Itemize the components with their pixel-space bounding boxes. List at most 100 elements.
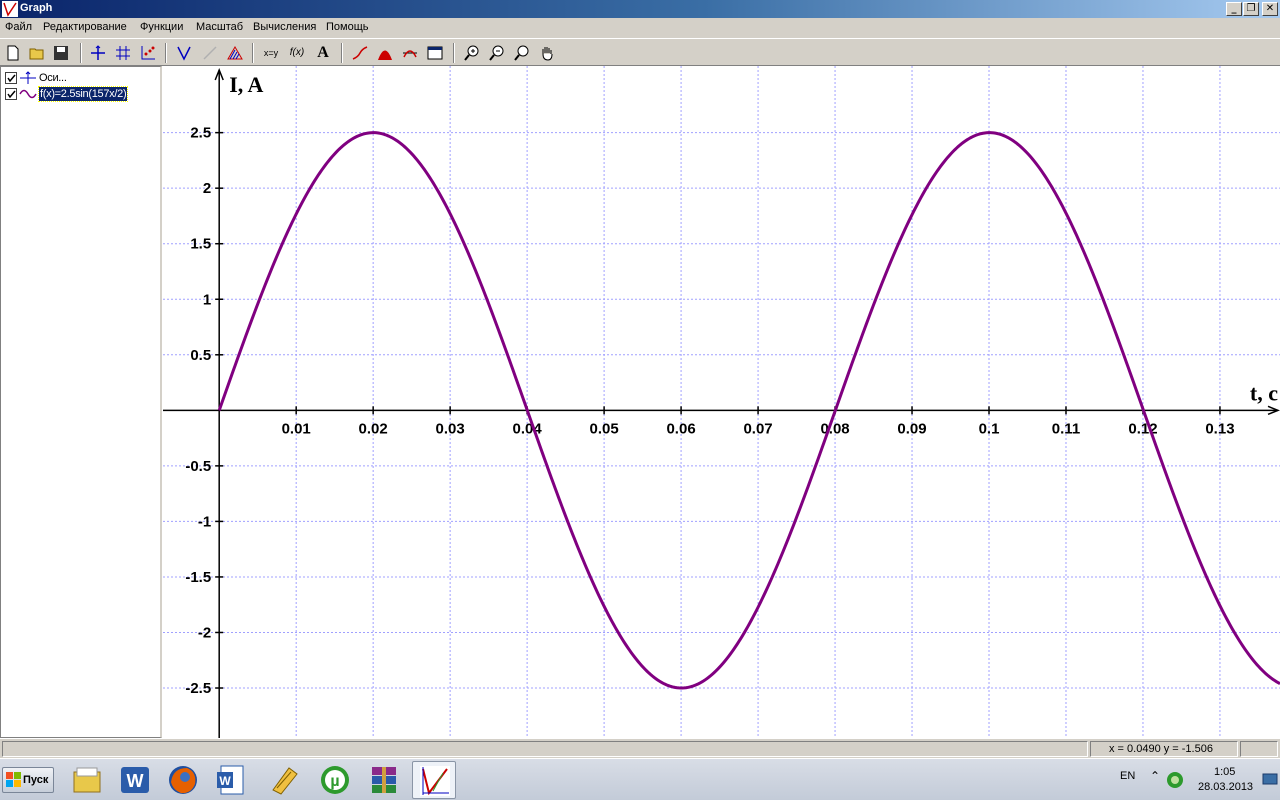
axes-button[interactable] — [87, 43, 109, 63]
zoom-fit-icon — [514, 45, 529, 61]
new-button[interactable] — [2, 43, 24, 63]
language-indicator[interactable]: EN — [1120, 770, 1135, 782]
area-button[interactable] — [374, 43, 396, 63]
insert-label-button[interactable]: A — [312, 43, 334, 63]
insert-function-button[interactable] — [112, 43, 134, 63]
firefox-icon — [169, 766, 197, 794]
axes-icon — [20, 71, 36, 84]
evaluate-button[interactable] — [399, 43, 421, 63]
evaluate-icon — [403, 50, 417, 58]
tree-label-function: f(x)=2.5sin(157x/2) — [37, 86, 129, 102]
x-tick-label: 0.13 — [1205, 420, 1234, 437]
close-button[interactable]: ✕ — [1262, 2, 1278, 16]
hand-icon — [542, 47, 553, 61]
toolbar-separator — [453, 43, 455, 63]
svg-text:W: W — [127, 771, 144, 791]
pan-button[interactable] — [536, 43, 558, 63]
tangent-button[interactable] — [199, 43, 221, 63]
toolbar-separator — [252, 43, 254, 63]
x-axis-label: t, c — [1250, 380, 1278, 405]
y-tick-label: -1 — [198, 513, 211, 530]
zoom-standard-button[interactable] — [511, 43, 533, 63]
taskbar-firefox[interactable] — [161, 761, 205, 799]
checkbox-function[interactable] — [5, 88, 17, 100]
clock-time: 1:05 — [1214, 766, 1236, 778]
open-folder-icon — [29, 48, 44, 60]
menu-edit[interactable]: Редактирование — [43, 21, 127, 33]
relation-icon: x=y — [263, 48, 279, 58]
function-button[interactable] — [173, 43, 195, 63]
menu-functions[interactable]: Функции — [140, 21, 183, 33]
title-bar: Graph _ ❐ ✕ — [0, 0, 1280, 18]
point-series-button[interactable] — [137, 43, 159, 63]
toolbar: x=y f(x) A — [0, 38, 1280, 66]
toolbar-separator — [80, 43, 82, 63]
menu-calculate[interactable]: Вычисления — [253, 21, 316, 33]
show-hidden-icons[interactable]: ⌃ — [1150, 769, 1160, 783]
sine-chart: 0.01 0.02 0.03 0.04 0.05 0.06 0.07 0.08 0.09 0.1 0… — [163, 66, 1280, 738]
x-tick-label: 0.05 — [590, 420, 619, 437]
y-tick-label: 2 — [203, 180, 211, 197]
taskbar-file-manager[interactable] — [65, 761, 109, 799]
trendline-button[interactable] — [349, 43, 371, 63]
y-tick-label: 1 — [203, 291, 211, 308]
shading-button[interactable] — [224, 43, 246, 63]
open-button[interactable] — [26, 43, 48, 63]
toolbar-separator — [165, 43, 167, 63]
cursor-coordinates: x = 0.0490 y = -1.506 — [1090, 741, 1238, 757]
start-label: Пуск — [23, 774, 49, 786]
pdf-icon — [272, 767, 298, 795]
y-tick-label: -1.5 — [185, 569, 211, 586]
point-series-icon — [141, 46, 155, 60]
minimize-button[interactable]: _ — [1226, 2, 1242, 16]
x-tick-label: 0.07 — [743, 420, 772, 437]
x-tick-label: 0.04 — [513, 420, 543, 437]
zoom-out-icon — [489, 45, 504, 61]
relation-button[interactable]: x=y — [260, 43, 282, 63]
x-tick-label: 0.03 — [436, 420, 465, 437]
zoom-in-button[interactable] — [461, 43, 483, 63]
zoom-out-button[interactable] — [486, 43, 508, 63]
graph-window: Graph _ ❐ ✕ Файл Редактирование Функции … — [0, 0, 1280, 800]
taskbar-winrar[interactable] — [362, 761, 406, 799]
graph-canvas[interactable]: 0.01 0.02 0.03 0.04 0.05 0.06 0.07 0.08 0.09 0.1 0… — [163, 66, 1280, 738]
svg-text:µ: µ — [330, 773, 339, 790]
y-tick-label: -0.5 — [185, 458, 211, 475]
save-button[interactable] — [50, 43, 72, 63]
file-manager-icon — [73, 767, 101, 793]
taskbar-utorrent[interactable]: µ — [313, 761, 357, 799]
save-icon — [54, 46, 68, 60]
new-file-icon — [7, 45, 19, 61]
shading-icon — [227, 46, 243, 60]
word-doc-icon: W — [217, 765, 244, 795]
function-list-panel: Оси... f(x)=2.5sin(157x/2) — [0, 66, 162, 738]
taskbar-pdf[interactable] — [263, 761, 307, 799]
checkbox-axes[interactable] — [5, 72, 17, 84]
x-tick-label: 0.1 — [979, 420, 1000, 437]
restore-button[interactable]: ❐ — [1243, 2, 1259, 16]
system-tray: EN ⌃ 1:05 28.03.2013 — [1120, 759, 1280, 801]
checkmark-icon — [7, 74, 16, 83]
custom-function-icon: f(x) — [289, 47, 305, 58]
graph-app-icon — [420, 766, 450, 796]
menu-help[interactable]: Помощь — [326, 21, 369, 33]
utorrent-icon: µ — [321, 766, 349, 794]
status-bar: x = 0.0490 y = -1.506 — [0, 738, 1280, 758]
table-icon — [427, 46, 443, 60]
start-button[interactable]: Пуск — [2, 767, 54, 793]
y-tick-label: 1.5 — [190, 236, 211, 253]
x-tick-label: 0.08 — [820, 420, 849, 437]
menu-file[interactable]: Файл — [5, 21, 32, 33]
taskbar-graph[interactable] — [412, 761, 456, 799]
show-desktop-icon[interactable] — [1262, 773, 1278, 787]
taskbar-word[interactable]: W — [113, 761, 157, 799]
y-tick-label: 2.5 — [190, 125, 211, 142]
tray-app-icon[interactable] — [1166, 771, 1184, 789]
status-message-panel — [2, 741, 1088, 757]
x-tick-label: 0.09 — [897, 420, 926, 437]
table-button[interactable] — [424, 43, 446, 63]
custom-function-button[interactable]: f(x) — [286, 43, 308, 63]
menu-zoom[interactable]: Масштаб — [196, 21, 243, 33]
taskbar-word-doc[interactable]: W — [209, 761, 253, 799]
area-icon — [378, 50, 392, 60]
